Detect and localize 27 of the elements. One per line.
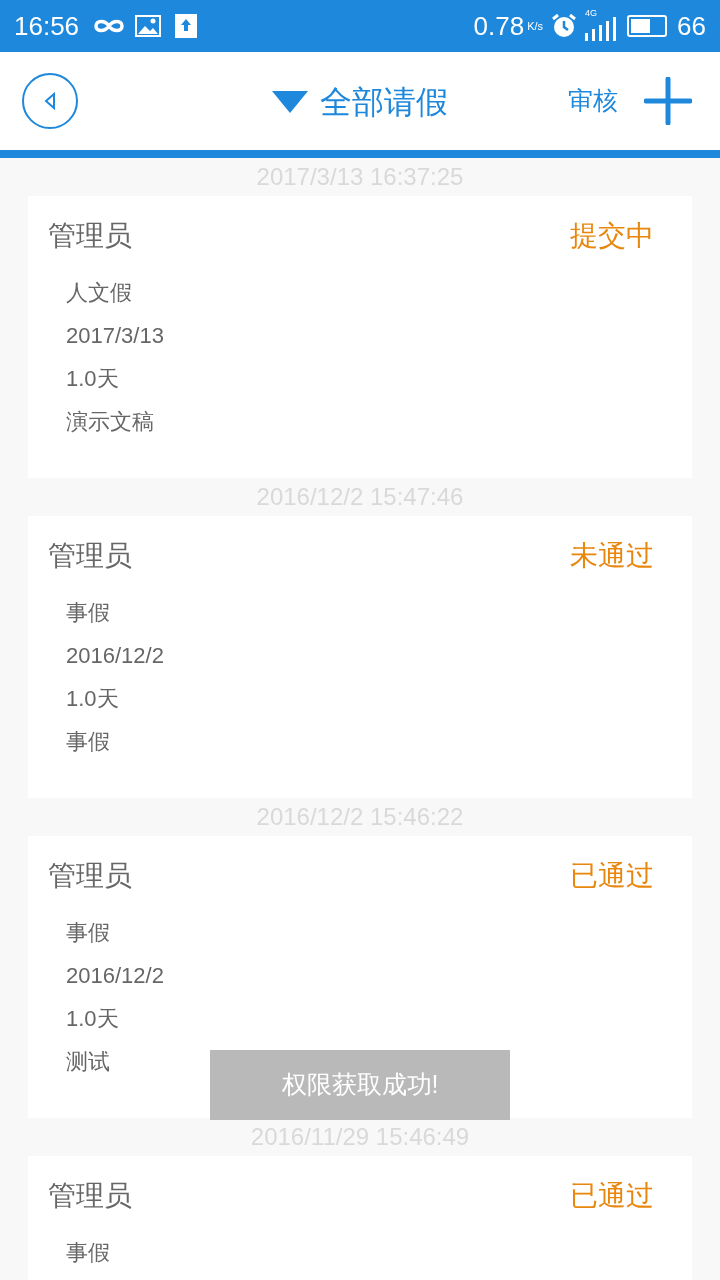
network-speed: 0.78 [473,9,525,43]
status-label: 提交中 [570,219,654,253]
status-label: 已通过 [570,1179,654,1213]
detail-text: 1.0天 [66,365,119,393]
applicant-name: 管理员 [48,539,132,573]
applicant-name: 管理员 [48,859,132,893]
status-label: 未通过 [570,539,654,573]
detail-text: 事假 [66,728,110,756]
detail-text: 2016/12/2 [66,962,164,990]
detail-text: 演示文稿 [66,408,154,436]
detail-text: 1.0天 [66,685,119,713]
detail-text: 2017/3/13 [66,322,164,350]
applicant-name: 管理员 [48,219,132,253]
detail-text: 事假 [66,919,110,947]
network-type: 4G [585,9,598,18]
detail-text: 事假 [66,599,110,627]
detail-text: 事假 [66,1239,110,1267]
status-label: 已通过 [570,859,654,893]
applicant-name: 管理员 [48,1179,132,1213]
success-toast: 权限获取成功! [210,1050,510,1120]
detail-text: 测试 [66,1048,110,1076]
speed-unit: K/s [527,20,544,32]
detail-text: 人文假 [66,279,132,307]
battery-percent: 66 [677,9,706,43]
clock-time: 16:56 [14,9,80,43]
detail-text: 1.0天 [66,1005,119,1033]
detail-text: 2016/12/2 [66,642,164,670]
